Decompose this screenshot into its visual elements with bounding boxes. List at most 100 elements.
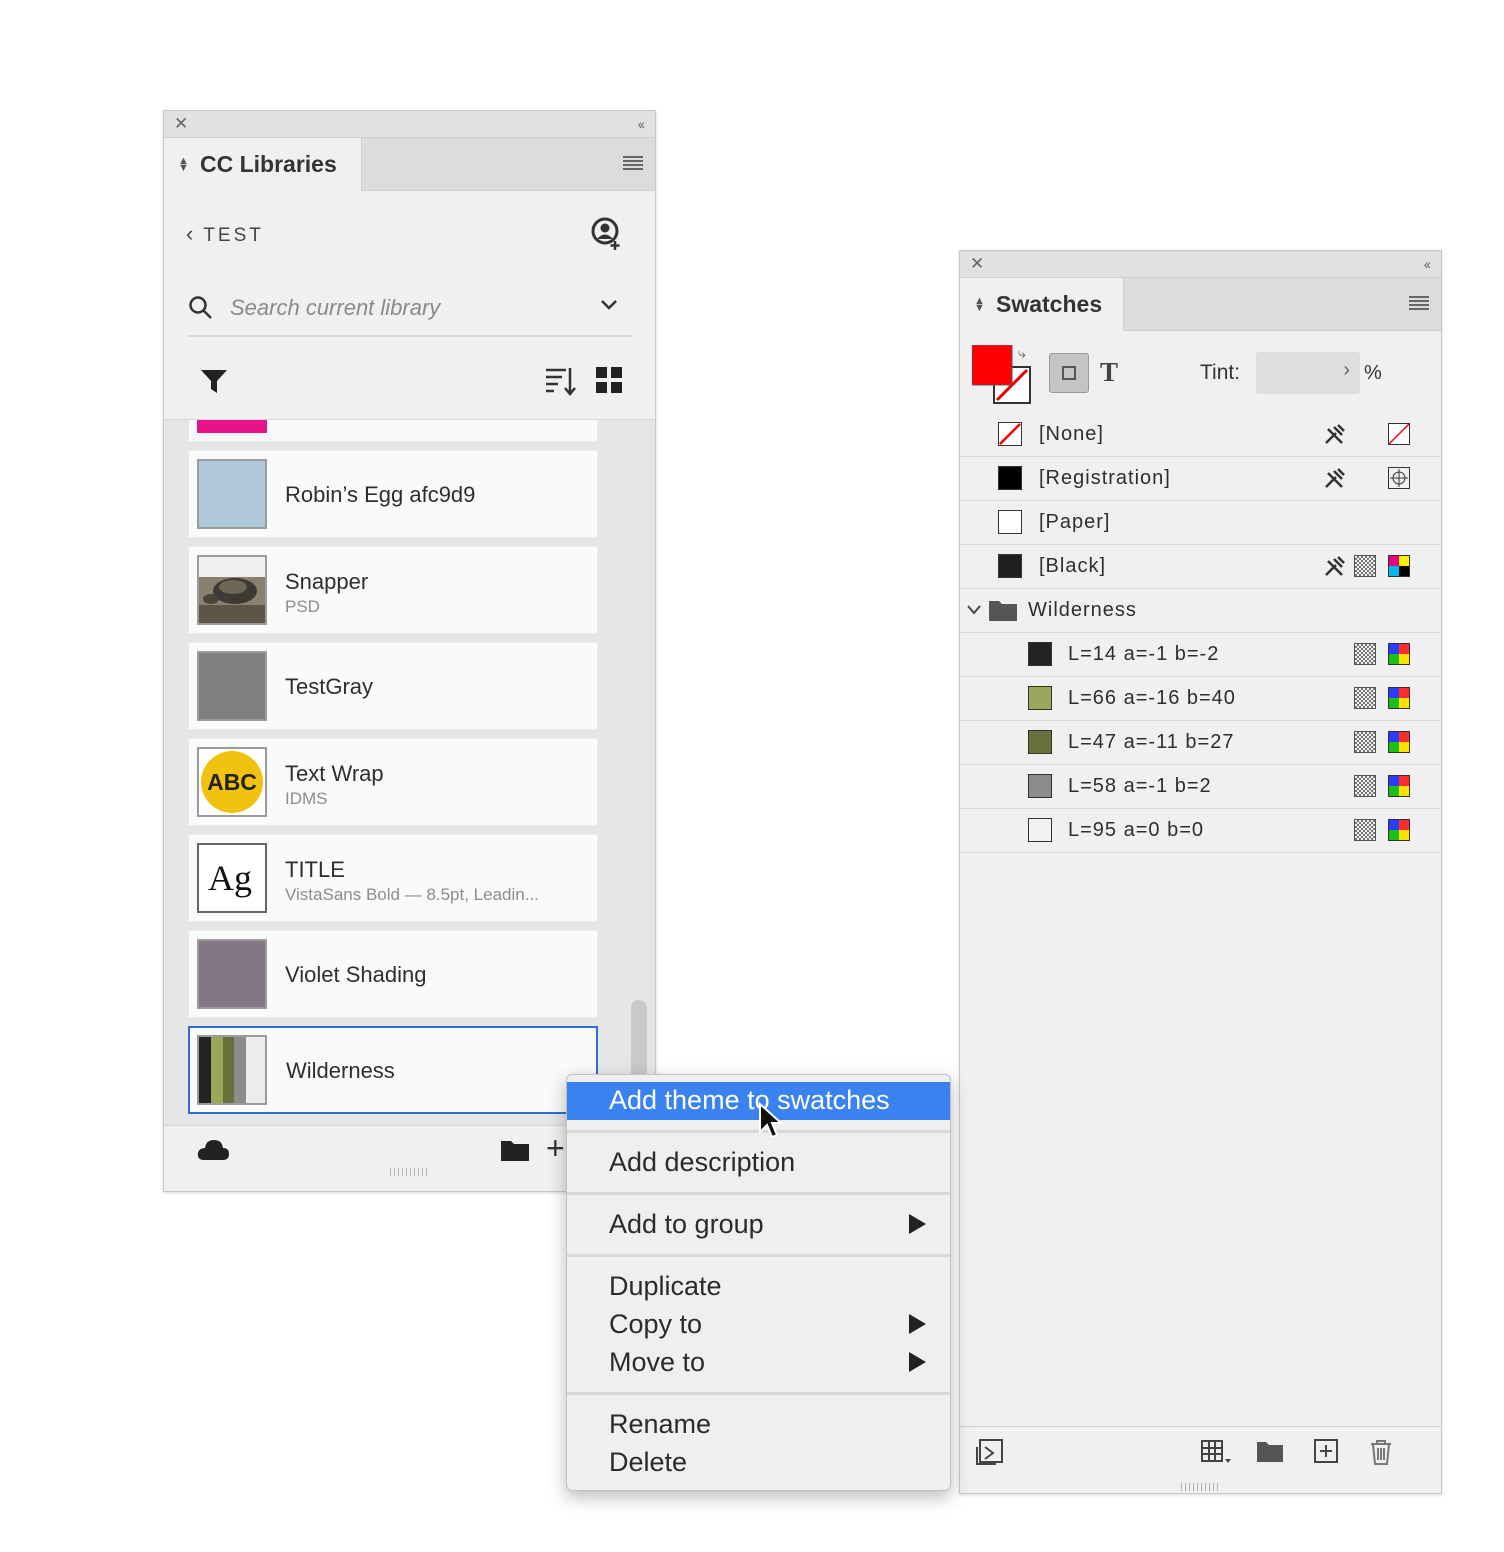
swatch-name: [Registration] [1039,467,1171,489]
submenu-arrow-icon [909,1352,926,1372]
none-icon [1388,423,1410,445]
formatting-text-button[interactable]: T [1100,357,1118,388]
process-color-icon [1354,687,1376,709]
item-name: Robin’s Egg afc9d9 [285,482,476,507]
tab-label: Swatches [996,291,1103,317]
swap-fill-stroke-icon[interactable]: ⤷ [1018,345,1026,362]
thumb-fill [199,941,265,1007]
abc-badge-text: ABC [207,769,257,795]
search-input[interactable] [228,291,572,325]
process-color-icon [1354,731,1376,753]
panel-menu-icon[interactable] [623,156,643,172]
menu-item-label: Duplicate [609,1271,722,1301]
menu-item-add-description[interactable]: Add description [567,1144,950,1182]
folder-icon[interactable] [500,1138,530,1162]
tint-label: Tint: [1200,361,1241,384]
filter-icon[interactable] [200,367,228,395]
swatch-chip [1028,774,1052,798]
swatch-name: [Paper] [1039,511,1111,533]
library-item[interactable]: Snapper PSD [188,546,598,634]
swatches-footer [960,1426,1441,1477]
tab-cc-libraries[interactable]: ▲ ▼ CC Libraries [164,138,362,191]
swatch-row-registration[interactable]: [Registration] [960,457,1441,501]
menu-item-label: Copy to [609,1309,703,1339]
tint-input[interactable]: › [1256,352,1360,394]
menu-item-move-to[interactable]: Move to [567,1344,950,1382]
item-name: Snapper [285,569,369,594]
library-item[interactable]: Robin’s Egg afc9d9 [188,450,598,538]
menu-item-label: Rename [609,1409,712,1439]
swatch-name: L=58 a=-1 b=2 [1068,775,1212,797]
tab-swatches[interactable]: ▲ ▼ Swatches [960,278,1124,331]
color-thumb [197,459,267,529]
swatch-row-black[interactable]: [Black] [960,545,1441,589]
close-icon[interactable]: ✕ [970,254,984,274]
library-item-selected[interactable]: Wilderness [188,1026,598,1114]
menu-separator [567,1392,950,1395]
abc-badge: ABC [201,751,263,813]
chevron-down-icon[interactable] [966,603,982,617]
swatch-list: [None] [Registration] [Paper] [Black] Wi… [960,413,1441,853]
collapse-icon[interactable]: ‹‹ [638,114,645,134]
turtle-photo [199,557,265,623]
resize-grip[interactable] [389,1168,430,1176]
theme-stripe [222,1037,235,1103]
cc-library-icon[interactable] [976,1439,1004,1465]
menu-item-duplicate[interactable]: Duplicate [567,1268,950,1306]
trash-icon[interactable] [1370,1439,1392,1465]
non-editable-icon [1325,556,1345,576]
process-color-icon [1354,555,1376,577]
collapse-icon[interactable]: ‹‹ [1424,254,1431,274]
menu-item-rename[interactable]: Rename [567,1406,950,1444]
color-thumb [197,420,267,433]
non-editable-icon [1325,424,1345,444]
swatch-name: [Black] [1039,555,1107,577]
menu-item-copy-to[interactable]: Copy to [567,1306,950,1344]
formatting-container-button[interactable] [1049,353,1089,393]
library-item[interactable]: TestGray [188,642,598,730]
close-icon[interactable]: ✕ [174,114,188,134]
swatch-chip [1028,730,1052,754]
new-swatch-icon[interactable] [1314,1439,1338,1463]
swatch-group-wilderness[interactable]: Wilderness [960,589,1441,633]
menu-item-label: Delete [609,1447,688,1477]
lab-icon [1388,731,1410,753]
swatch-row-paper[interactable]: [Paper] [960,501,1441,545]
process-color-icon [1354,819,1376,841]
resize-grip[interactable] [1180,1483,1221,1491]
chevron-right-icon[interactable]: › [1343,359,1350,382]
library-item-list: Robin’s Egg afc9d9 Snapper PSD TestGray [164,419,655,1126]
show-swatch-kinds-icon[interactable] [1200,1439,1232,1465]
library-back-link[interactable]: ‹ TEST [186,221,264,247]
swatch-row[interactable]: L=58 a=-1 b=2 [960,765,1441,809]
cloud-icon[interactable] [196,1138,230,1162]
mouse-pointer-icon [759,1102,784,1139]
item-name: TestGray [285,674,374,699]
lab-icon [1388,643,1410,665]
panel-menu-icon[interactable] [1409,296,1429,312]
menu-item-add-to-group[interactable]: Add to group [567,1206,950,1244]
swatch-row[interactable]: L=66 a=-16 b=40 [960,677,1441,721]
sort-icon[interactable] [544,366,576,396]
thumb-fill [199,461,265,527]
library-item[interactable]: ABC Text Wrap IDMS [188,738,598,826]
menu-item-delete[interactable]: Delete [567,1444,950,1482]
swatch-row-none[interactable]: [None] [960,413,1441,457]
grid-view-icon[interactable] [596,367,622,393]
swatch-chip [1028,686,1052,710]
swatch-row[interactable]: L=14 a=-1 b=-2 [960,633,1441,677]
plus-icon[interactable]: + [546,1132,565,1164]
chevron-down-icon[interactable] [599,295,619,315]
library-item[interactable]: Violet Shading [188,930,598,1018]
swatch-row[interactable]: L=47 a=-11 b=27 [960,721,1441,765]
library-item[interactable] [188,420,598,442]
invite-user-icon[interactable] [591,217,623,251]
swatch-name: L=66 a=-16 b=40 [1068,687,1236,709]
process-color-icon [1354,775,1376,797]
library-item[interactable]: Ag TITLE VistaSans Bold — 8.5pt, Leadin.… [188,834,598,922]
swatch-row[interactable]: L=95 a=0 b=0 [960,809,1441,853]
chevron-left-icon: ‹ [186,221,194,246]
theme-stripe [210,1037,223,1103]
menu-separator [567,1254,950,1257]
new-group-icon[interactable] [1256,1439,1284,1463]
